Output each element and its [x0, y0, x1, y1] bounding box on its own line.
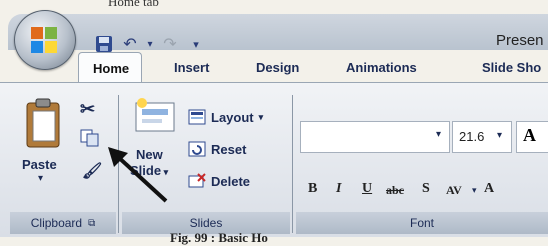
paste-label: Paste	[22, 157, 57, 172]
redo-icon[interactable]: ↷	[160, 34, 180, 54]
paste-dropdown-icon[interactable]: ▾	[38, 173, 43, 184]
strikethrough-button[interactable]: abc	[386, 183, 404, 198]
tab-slide-show[interactable]: Slide Sho	[482, 60, 541, 75]
format-painter-button[interactable]: 🖌	[82, 161, 102, 181]
window-title: Presen	[496, 32, 544, 49]
character-spacing-dropdown-icon[interactable]: ▾	[472, 185, 477, 196]
paintbrush-icon: 🖌	[82, 163, 103, 180]
font-name-combobox[interactable]	[300, 121, 450, 153]
clipboard-group-label: Clipboard ⧉	[10, 212, 116, 234]
paste-button[interactable]: Paste ▾	[20, 93, 70, 193]
figure-caption: Fig. 99 : Basic Ho	[170, 230, 268, 245]
font-group: ▾ 21.6 ▾ A B I U abc S AV ▾ A Font	[296, 91, 548, 234]
tab-animations[interactable]: Animations	[346, 60, 417, 75]
grow-font-button[interactable]: A	[516, 121, 548, 153]
office-button[interactable]	[14, 10, 76, 70]
clipboard-group: Paste ▾ ✂ 🖌 Clipboard ⧉	[10, 91, 116, 234]
tab-insert[interactable]: Insert	[174, 60, 209, 75]
delete-icon	[188, 173, 206, 188]
ribbon: Paste ▾ ✂ 🖌 Clipboard ⧉ New Slide ▾ Layo…	[0, 82, 548, 237]
italic-button[interactable]: I	[336, 181, 341, 197]
undo-icon[interactable]: ↶	[120, 34, 140, 54]
tab-home[interactable]: Home	[78, 52, 143, 86]
bold-button[interactable]: B	[308, 181, 317, 197]
reset-icon	[188, 141, 206, 157]
top-caption: Home tab	[108, 0, 159, 9]
font-group-label: Font	[296, 212, 548, 234]
undo-dropdown-icon[interactable]: ▾	[146, 34, 154, 54]
tab-design[interactable]: Design	[256, 60, 299, 75]
reset-button[interactable]: Reset	[188, 141, 246, 157]
save-icon[interactable]	[94, 34, 114, 54]
copy-button[interactable]	[80, 129, 100, 147]
customize-toolbar-icon[interactable]: ▾	[186, 34, 206, 54]
paste-icon	[26, 98, 60, 148]
quick-access-toolbar: ↶ ▾ ↷ ▾	[94, 34, 206, 54]
annotation-arrow	[108, 147, 168, 203]
delete-button[interactable]: Delete	[188, 173, 250, 189]
scissors-icon: ✂	[80, 99, 96, 119]
underline-button[interactable]: U	[362, 181, 372, 197]
character-spacing-button[interactable]: AV	[446, 183, 462, 198]
font-size-dropdown-icon[interactable]: ▾	[497, 130, 502, 141]
layout-icon	[188, 109, 206, 125]
copy-icon	[80, 129, 99, 147]
cut-button[interactable]: ✂	[80, 99, 95, 120]
text-shadow-button[interactable]: S	[422, 181, 430, 197]
font-size-combobox[interactable]: 21.6 ▾	[452, 121, 512, 153]
title-bar: ↶ ▾ ↷ ▾ Presen	[8, 14, 548, 53]
new-slide-icon	[135, 98, 175, 132]
font-name-dropdown-icon[interactable]: ▾	[436, 129, 441, 140]
group-separator	[292, 95, 293, 233]
dialog-launcher-icon[interactable]: ⧉	[88, 218, 95, 229]
font-color-button[interactable]: A	[484, 181, 494, 197]
layout-button[interactable]: Layout ▾	[188, 109, 263, 125]
layout-dropdown-icon: ▾	[258, 111, 264, 122]
office-logo-icon	[31, 27, 57, 53]
ribbon-tabs: Home Insert Design Animations Slide Sho	[72, 52, 548, 86]
font-size-value: 21.6	[459, 129, 485, 144]
